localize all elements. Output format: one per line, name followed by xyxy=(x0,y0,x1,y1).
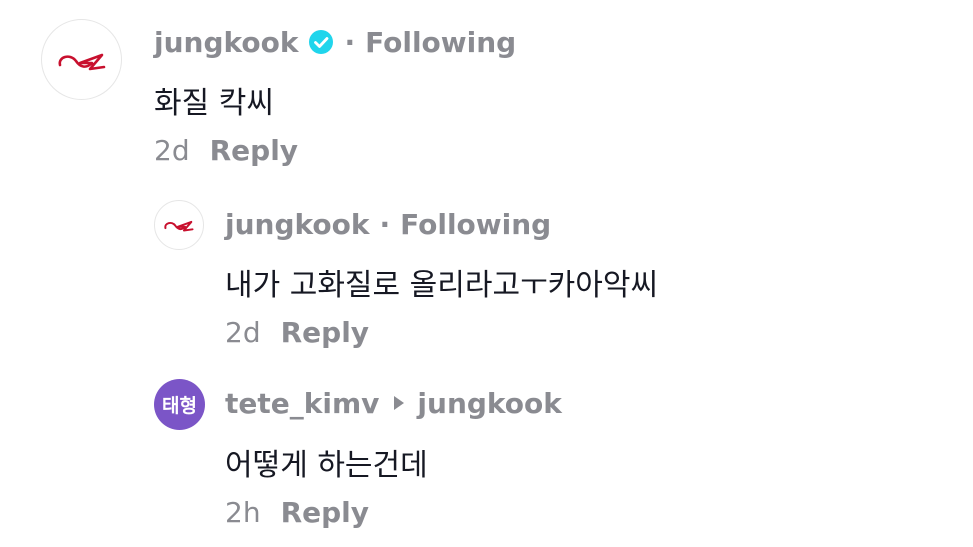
comment-item: 태형 tete_kimv jungkook 어떻게 하는건데 2h Reply xyxy=(0,360,973,547)
reply-button[interactable]: Reply xyxy=(281,316,369,349)
avatar-logo-icon xyxy=(58,53,105,70)
follow-status[interactable]: Following xyxy=(400,208,551,241)
avatar[interactable]: 태형 xyxy=(154,379,205,430)
username[interactable]: tete_kimv xyxy=(225,387,379,420)
comment-text: 어떻게 하는건데 xyxy=(225,448,428,483)
reply-button[interactable]: Reply xyxy=(281,496,369,529)
comment-meta: 2d Reply xyxy=(154,134,298,167)
comment-time: 2d xyxy=(225,316,261,349)
avatar-text: 태형 xyxy=(162,395,197,417)
comment-header: jungkook · Following xyxy=(154,22,516,62)
comment-text: 화질 칵씨 xyxy=(154,86,274,121)
username[interactable]: jungkook xyxy=(225,208,369,241)
comment-header: tete_kimv jungkook xyxy=(225,383,562,423)
comment-item: jungkook · Following 화질 칵씨 2d Reply xyxy=(0,0,973,180)
comment-time: 2d xyxy=(154,134,190,167)
separator-dot: · xyxy=(344,25,356,59)
comment-meta: 2d Reply xyxy=(225,316,369,349)
reply-button[interactable]: Reply xyxy=(210,134,298,167)
username[interactable]: jungkook xyxy=(154,26,298,59)
avatar[interactable] xyxy=(41,19,122,100)
reply-to-arrow-icon xyxy=(393,395,405,411)
avatar-logo-icon xyxy=(164,220,194,232)
reply-to-username[interactable]: jungkook xyxy=(417,387,561,420)
comment-header: jungkook · Following xyxy=(225,204,551,244)
comment-time: 2h xyxy=(225,496,261,529)
follow-status[interactable]: Following xyxy=(365,26,516,59)
avatar[interactable] xyxy=(154,200,204,250)
comment-meta: 2h Reply xyxy=(225,496,369,529)
verified-badge-icon xyxy=(308,29,334,55)
comment-item: jungkook · Following 내가 고화질로 올리라고ㅜ카아악씨 2… xyxy=(0,180,973,360)
comment-text: 내가 고화질로 올리라고ㅜ카아악씨 xyxy=(225,268,659,303)
separator-dot: · xyxy=(379,207,391,241)
